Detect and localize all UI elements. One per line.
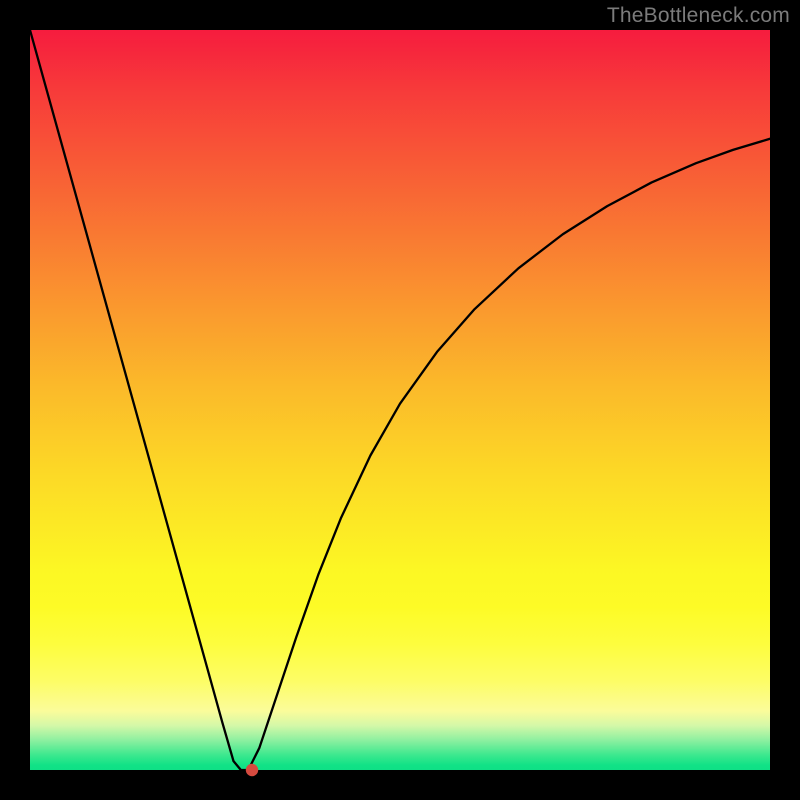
min-marker xyxy=(246,764,258,776)
chart-frame: TheBottleneck.com xyxy=(0,0,800,800)
attribution-text: TheBottleneck.com xyxy=(607,4,790,28)
plot-area xyxy=(30,30,770,770)
bottleneck-curve xyxy=(30,30,770,770)
chart-svg xyxy=(30,30,770,770)
